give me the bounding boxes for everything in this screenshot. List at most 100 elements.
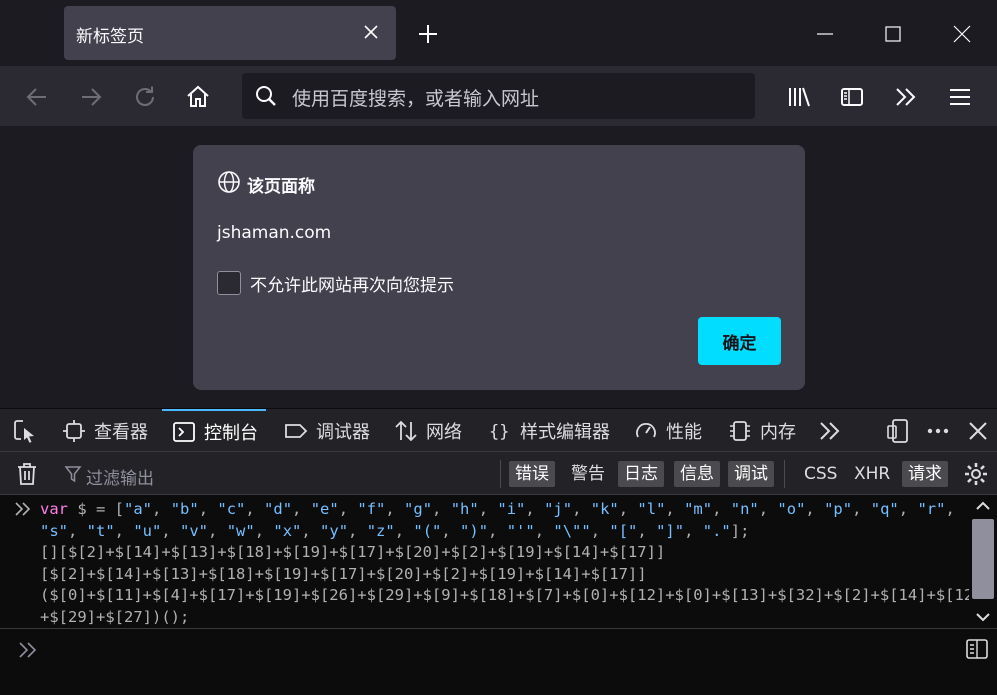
- string-literal: "p": [824, 500, 853, 518]
- tab-performance[interactable]: 性能: [634, 409, 702, 452]
- svg-text:{}: {}: [489, 422, 509, 442]
- filter-warnings-button[interactable]: 警告: [565, 461, 611, 487]
- tab-inspector-label: 查看器: [94, 421, 148, 443]
- scrollbar-thumb[interactable]: [972, 519, 994, 599]
- tab-style-editor-label: 样式编辑器: [520, 421, 610, 443]
- more-tools-icon[interactable]: [817, 418, 843, 444]
- code-line-4: [$[2]+$[14]+$[13]+$[18]+$[19]+$[17]+$[20…: [40, 564, 647, 583]
- filter-xhr-button[interactable]: XHR: [848, 461, 896, 487]
- inspector-icon: [63, 419, 85, 442]
- tab-console[interactable]: 控制台: [162, 409, 266, 452]
- tab-network-label: 网络: [426, 421, 462, 443]
- string-literal: "q": [870, 500, 899, 518]
- suppress-prompts-checkbox[interactable]: [217, 271, 241, 295]
- filter-placeholder: 过滤输出: [86, 469, 154, 489]
- checkbox-label: 不允许此网站再次向您提示: [250, 276, 454, 296]
- responsive-design-icon[interactable]: [885, 418, 911, 444]
- string-literal: "[": [609, 521, 638, 540]
- minimize-icon[interactable]: [813, 22, 837, 46]
- tab-memory-label: 内存: [760, 421, 796, 443]
- devtools-tabbar: 查看器 控制台 调试器 网络 {} 样式编辑器 性能 内存: [0, 408, 997, 451]
- console-input[interactable]: [0, 628, 997, 695]
- sidebar-icon[interactable]: [839, 84, 865, 110]
- library-icon[interactable]: [786, 84, 812, 110]
- string-literal: "c": [217, 500, 246, 518]
- close-tab-icon[interactable]: [362, 23, 380, 41]
- element-picker-icon[interactable]: [12, 418, 38, 444]
- tab-network[interactable]: 网络: [394, 409, 462, 452]
- tab-debugger-label: 调试器: [316, 421, 370, 443]
- title-bar: 新标签页: [0, 0, 997, 66]
- string-literal: "l": [637, 500, 666, 518]
- console-icon: [173, 421, 195, 442]
- new-tab-icon[interactable]: [416, 22, 440, 46]
- close-devtools-icon[interactable]: [965, 418, 991, 444]
- string-literal: "y": [320, 521, 349, 540]
- search-icon: [256, 86, 276, 106]
- overflow-menu-icon[interactable]: [893, 84, 919, 110]
- scroll-up-icon[interactable]: [976, 501, 990, 511]
- divider: [784, 460, 785, 488]
- filter-requests-button[interactable]: 请求: [902, 461, 948, 487]
- filter-debug-button[interactable]: 调试: [728, 461, 774, 487]
- string-literal: "n": [730, 500, 759, 518]
- string-literal: "u": [133, 521, 162, 540]
- back-icon[interactable]: [24, 84, 50, 110]
- string-literal: "s": [40, 521, 68, 540]
- style-editor-icon: {}: [489, 422, 509, 442]
- filter-logs-button[interactable]: 日志: [618, 461, 664, 487]
- globe-icon: [218, 171, 240, 193]
- tab-style-editor[interactable]: {} 样式编辑器: [488, 409, 610, 452]
- forward-icon[interactable]: [78, 84, 104, 110]
- editor-mode-icon[interactable]: [965, 638, 989, 660]
- console-code: var $ = ["a", "b", "c", "d", "e", "f", "…: [40, 499, 983, 628]
- memory-icon: [730, 420, 750, 441]
- input-echo-icon: [15, 502, 31, 516]
- ok-button[interactable]: 确定: [698, 317, 781, 365]
- reload-icon[interactable]: [132, 84, 158, 110]
- string-literal: "\"": [553, 521, 591, 540]
- close-window-icon[interactable]: [950, 22, 974, 46]
- string-literal: "(": [413, 521, 442, 540]
- debugger-icon: [285, 423, 308, 438]
- tab-inspector[interactable]: 查看器: [62, 409, 148, 452]
- filter-css-button[interactable]: CSS: [798, 461, 843, 487]
- tab-title: 新标签页: [76, 27, 144, 47]
- filter-info-button[interactable]: 信息: [674, 461, 720, 487]
- code-line-5: ($[0]+$[11]+$[4]+$[17]+$[19]+$[26]+$[29]…: [40, 586, 983, 604]
- performance-icon: [636, 422, 656, 437]
- url-bar[interactable]: 使用百度搜索，或者输入网址: [242, 73, 755, 119]
- filter-output-input[interactable]: 过滤输出: [58, 454, 498, 492]
- home-icon[interactable]: [185, 84, 211, 110]
- url-placeholder: 使用百度搜索，或者输入网址: [292, 88, 540, 110]
- string-literal: "k": [590, 500, 619, 518]
- trash-icon[interactable]: [14, 461, 40, 487]
- string-literal: "b": [170, 500, 199, 518]
- filter-errors-button[interactable]: 错误: [509, 461, 555, 487]
- string-literal: "j": [544, 500, 573, 518]
- tab-performance-label: 性能: [666, 421, 702, 443]
- string-literal: "i": [497, 500, 526, 518]
- string-literal: "m": [684, 500, 713, 518]
- browser-tab[interactable]: 新标签页: [64, 6, 396, 60]
- string-literal: "v": [180, 521, 209, 540]
- string-literal: "w": [226, 521, 255, 540]
- string-literal: "]": [656, 521, 685, 540]
- string-literal: "f": [357, 500, 386, 518]
- divider: [500, 460, 501, 488]
- scroll-down-icon[interactable]: [976, 612, 990, 622]
- maximize-icon[interactable]: [881, 22, 905, 46]
- alert-dialog: 该页面称 jshaman.com 不允许此网站再次向您提示 确定: [193, 145, 805, 390]
- tab-console-label: 控制台: [204, 422, 258, 444]
- more-options-icon[interactable]: [925, 418, 951, 444]
- hamburger-menu-icon[interactable]: [947, 84, 973, 110]
- string-literal: "t": [86, 521, 115, 540]
- tab-memory[interactable]: 内存: [728, 409, 796, 452]
- console-scrollbar[interactable]: [969, 495, 997, 628]
- string-literal: "z": [366, 521, 395, 540]
- dialog-message: jshaman.com: [217, 223, 332, 243]
- dialog-title: 该页面称: [247, 177, 315, 197]
- string-literal: "o": [777, 500, 806, 518]
- tab-debugger[interactable]: 调试器: [284, 409, 370, 452]
- gear-icon[interactable]: [963, 461, 989, 487]
